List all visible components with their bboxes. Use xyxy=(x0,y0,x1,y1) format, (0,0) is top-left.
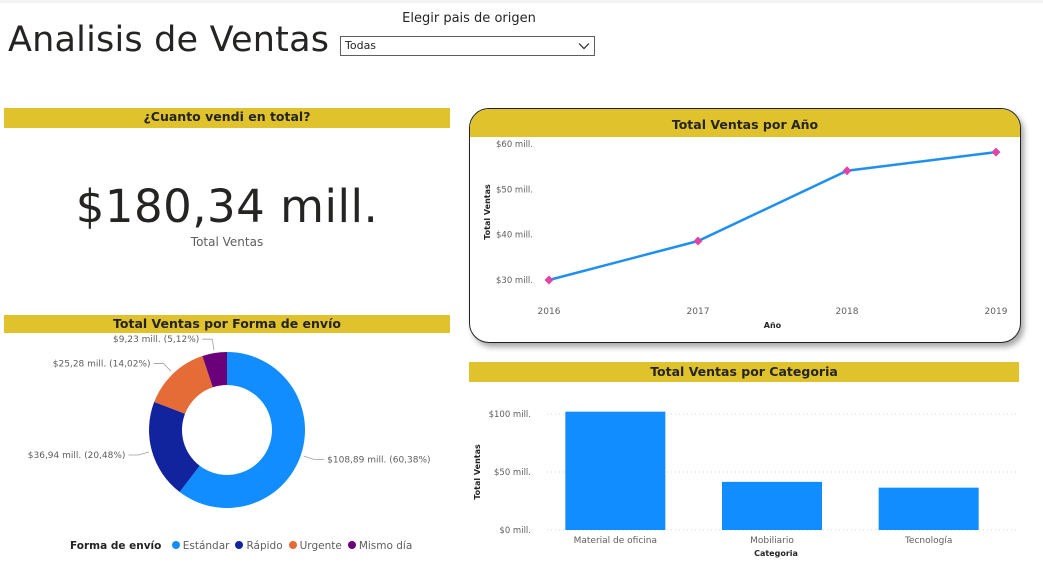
slice-data-label: $25,28 mill. (14,02%) xyxy=(53,359,151,369)
legend-item-label: Rápido xyxy=(246,540,283,552)
line-series xyxy=(548,150,997,282)
legend-marker-icon xyxy=(235,541,244,549)
y-tick-label: $50 mill. xyxy=(494,468,531,478)
x-tick-label: 2018 xyxy=(836,307,859,317)
donut-legend: Forma de envío Estándar Rápido Urgente Mism… xyxy=(70,540,415,552)
kpi-value: $180,34 mill. xyxy=(75,180,379,233)
filter-label: Elegir pais de origen xyxy=(402,11,536,26)
legend-item[interactable]: Estándar xyxy=(169,540,230,552)
legend-item[interactable]: Urgente xyxy=(286,540,342,552)
bar xyxy=(565,411,666,530)
legend-item-label: Urgente xyxy=(299,540,342,552)
line-chart[interactable]: $30 mill. $40 mill. $50 mill. $60 mill. 2016… xyxy=(470,109,1020,342)
y-axis-title: Total Ventas xyxy=(473,444,482,500)
donut-chart[interactable]: $108,89 mill. (60,38%) $36,94 mill. (20,4… xyxy=(4,335,454,535)
x-tick-label: Tecnología xyxy=(904,536,952,546)
country-filter-dropdown[interactable]: Todas xyxy=(340,36,595,56)
donut-slice xyxy=(154,355,213,414)
slice-leader-line xyxy=(202,338,215,351)
slice-data-label: $9,23 mill. (5,12%) xyxy=(113,335,199,345)
y-axis-title: Total Ventas xyxy=(483,184,492,240)
legend-item[interactable]: Mismo día xyxy=(345,540,412,552)
filter-selected-value: Todas xyxy=(345,39,377,52)
data-point-marker xyxy=(693,236,703,246)
bar-chart[interactable]: $0 mill. $50 mill. $100 mill. Material de o… xyxy=(469,385,1029,585)
slice-leader-line xyxy=(303,455,325,460)
kpi-title-band: ¿Cuanto vendi en total? xyxy=(4,108,450,128)
bar xyxy=(878,487,979,530)
slice-leader-line xyxy=(153,363,172,372)
line-chart-card[interactable]: Total Ventas por Año $30 mill. $40 mill. $… xyxy=(469,108,1021,343)
legend-item-label: Mismo día xyxy=(358,540,413,552)
y-tick-label: $0 mill. xyxy=(499,526,531,536)
slice-leader-line xyxy=(128,451,150,456)
y-tick-label: $30 mill. xyxy=(496,276,533,286)
legend-marker-icon xyxy=(288,541,297,549)
y-tick-label: $50 mill. xyxy=(496,185,533,195)
legend-item-label: Estándar xyxy=(182,540,230,552)
donut-chart-title: Total Ventas por Forma de envío xyxy=(4,315,450,333)
legend-item[interactable]: Rápido xyxy=(232,540,283,552)
chevron-down-icon[interactable] xyxy=(578,40,590,52)
x-tick-label: Material de oficina xyxy=(574,536,657,546)
x-tick-label: 2019 xyxy=(985,307,1008,317)
x-tick-label: Mobiliario xyxy=(750,536,794,546)
x-tick-label: 2017 xyxy=(687,307,710,317)
y-tick-label: $100 mill. xyxy=(489,410,531,420)
legend-marker-icon xyxy=(171,541,180,549)
bar xyxy=(722,481,822,530)
y-tick-label: $40 mill. xyxy=(496,231,533,241)
data-point-marker xyxy=(842,166,852,176)
slice-data-label: $108,89 mill. (60,38%) xyxy=(327,455,430,465)
bar-chart-title: Total Ventas por Categoria xyxy=(469,362,1019,382)
x-axis-title: Categoria xyxy=(754,549,798,558)
top-border xyxy=(0,0,1043,3)
legend-title: Forma de envío xyxy=(70,540,162,552)
x-axis-title: Año xyxy=(764,321,782,330)
page-title: Analisis de Ventas xyxy=(8,20,330,60)
x-tick-label: 2016 xyxy=(538,307,561,317)
slice-data-label: $36,94 mill. (20,48%) xyxy=(28,451,126,461)
y-tick-label: $60 mill. xyxy=(496,140,533,150)
legend-marker-icon xyxy=(347,541,356,549)
kpi-label: Total Ventas xyxy=(190,235,264,249)
data-point-marker xyxy=(544,275,554,285)
data-point-marker xyxy=(991,147,1001,157)
